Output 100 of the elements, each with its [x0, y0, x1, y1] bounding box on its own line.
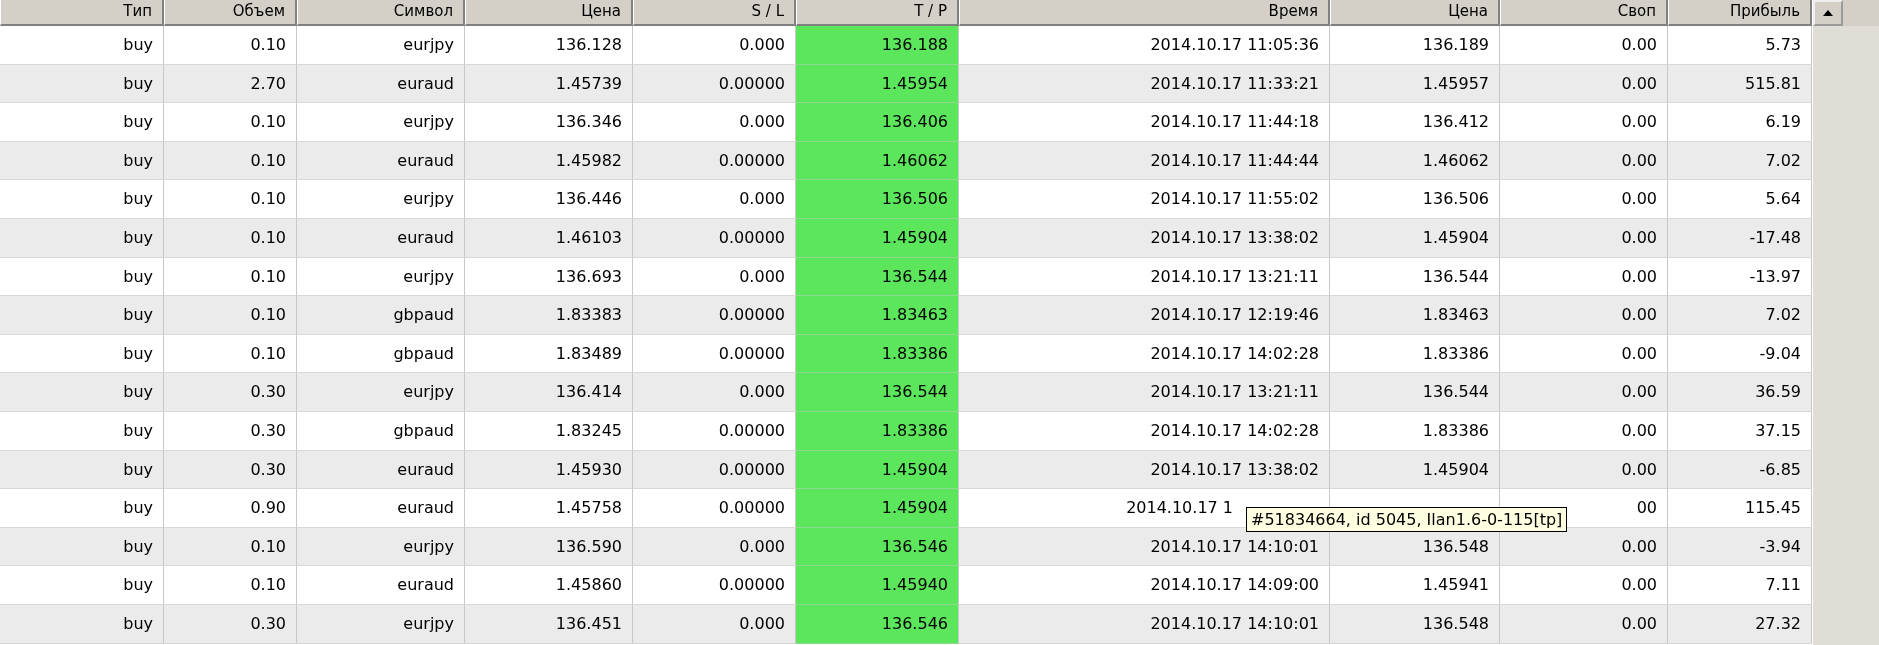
table-cell: 136.548 [1330, 604, 1500, 644]
table-cell: eurjpy [297, 373, 465, 412]
column-header[interactable]: S / L [633, 0, 796, 26]
table-cell: 2014.10.17 11:44:44 [959, 141, 1330, 181]
table-cell: 0.00000 [633, 566, 796, 605]
table-cell: -6.85 [1668, 450, 1812, 490]
highlighted-table-cell: 136.406 [796, 103, 959, 142]
table-cell: 2014.10.17 13:21:11 [959, 257, 1330, 297]
table-cell: eurjpy [297, 257, 465, 297]
table-cell: 1.45758 [465, 489, 633, 528]
table-cell: 2014.10.17 13:38:02 [959, 450, 1330, 490]
table-cell: euraud [297, 566, 465, 605]
column-header[interactable]: T / P [796, 0, 959, 26]
table-cell: 0.00 [1500, 26, 1668, 65]
column-header[interactable]: Тип [0, 0, 164, 26]
highlighted-table-cell: 136.188 [796, 26, 959, 65]
table-cell: 1.45930 [465, 450, 633, 490]
table-cell: 0.00 [1500, 180, 1668, 219]
highlighted-table-cell: 1.45954 [796, 64, 959, 104]
table-cell: 0.000 [633, 527, 796, 567]
table-cell: euraud [297, 489, 465, 528]
table-cell: 2014.10.17 11:33:21 [959, 64, 1330, 104]
table-cell: 0.30 [164, 604, 297, 644]
table-cell: 1.83489 [465, 334, 633, 374]
table-cell: 5.73 [1668, 26, 1812, 65]
table-cell: 0.00000 [633, 218, 796, 258]
scroll-up-button[interactable] [1813, 0, 1843, 26]
table-cell: 0.00 [1500, 411, 1668, 451]
column-header[interactable]: Цена [1330, 0, 1500, 26]
table-cell: 1.83463 [1330, 296, 1500, 335]
table-cell: 1.45860 [465, 566, 633, 605]
table-cell: 7.02 [1668, 296, 1812, 335]
table-cell: buy [0, 604, 164, 644]
table-cell: 0.00000 [633, 64, 796, 104]
table-cell: 0.00000 [633, 489, 796, 528]
table-cell: 0.30 [164, 411, 297, 451]
table-cell: 1.46062 [1330, 141, 1500, 181]
column-header[interactable]: Объем [164, 0, 297, 26]
table-cell: buy [0, 141, 164, 181]
table-cell: 136.590 [465, 527, 633, 567]
highlighted-table-cell: 1.83463 [796, 296, 959, 335]
table-cell: eurjpy [297, 26, 465, 65]
table-cell: 1.45941 [1330, 566, 1500, 605]
table-cell: 136.544 [1330, 257, 1500, 297]
column-header[interactable]: Своп [1500, 0, 1668, 26]
table-cell: 0.000 [633, 103, 796, 142]
table-cell: 0.00 [1500, 450, 1668, 490]
table-cell: eurjpy [297, 103, 465, 142]
table-cell: 2014.10.17 11:55:02 [959, 180, 1330, 219]
table-cell: 2014.10.17 14:10:01 [959, 604, 1330, 644]
table-cell: 6.19 [1668, 103, 1812, 142]
scrollbar[interactable] [1812, 0, 1879, 645]
highlighted-table-cell: 136.546 [796, 527, 959, 567]
column-header[interactable]: Время [959, 0, 1330, 26]
table-cell: 1.45739 [465, 64, 633, 104]
table-cell: eurjpy [297, 527, 465, 567]
table-cell: 1.45904 [1330, 450, 1500, 490]
table-cell: 0.00000 [633, 141, 796, 181]
table-cell: 37.15 [1668, 411, 1812, 451]
table-cell: 1.45904 [1330, 218, 1500, 258]
table-cell: 0.00 [1500, 296, 1668, 335]
table-cell: 115.45 [1668, 489, 1812, 528]
tooltip: #51834664, id 5045, Ilan1.6-0-115[tp] [1246, 507, 1568, 533]
highlighted-table-cell: 1.83386 [796, 334, 959, 374]
table-cell: 136.414 [465, 373, 633, 412]
table-cell: 1.83386 [1330, 334, 1500, 374]
table-cell: -13.97 [1668, 257, 1812, 297]
table-cell: 0.00 [1500, 141, 1668, 181]
column-header[interactable]: Прибыль [1668, 0, 1812, 26]
table-cell: buy [0, 566, 164, 605]
table-cell: buy [0, 450, 164, 490]
table-cell: 0.00 [1500, 257, 1668, 297]
up-arrow-icon [1822, 9, 1834, 17]
table-cell: 136.693 [465, 257, 633, 297]
table-cell: -9.04 [1668, 334, 1812, 374]
table-cell: buy [0, 257, 164, 297]
table-cell: 0.10 [164, 527, 297, 567]
table-cell: 0.30 [164, 450, 297, 490]
column-header[interactable]: Символ [297, 0, 465, 26]
table-cell: 0.00 [1500, 103, 1668, 142]
table-cell: buy [0, 180, 164, 219]
table-cell: 2014.10.17 11:44:18 [959, 103, 1330, 142]
table-cell: buy [0, 296, 164, 335]
table-cell: 0.00 [1500, 218, 1668, 258]
table-cell: 1.83386 [1330, 411, 1500, 451]
table-cell: gbpaud [297, 334, 465, 374]
table-cell: 2014.10.17 11:05:36 [959, 26, 1330, 65]
table-cell: 136.446 [465, 180, 633, 219]
highlighted-table-cell: 1.46062 [796, 141, 959, 181]
table-cell: 0.00000 [633, 334, 796, 374]
highlighted-table-cell: 1.45904 [796, 450, 959, 490]
column-header[interactable]: Цена [465, 0, 633, 26]
table-cell: 2014.10.17 14:09:00 [959, 566, 1330, 605]
table-cell: 0.10 [164, 257, 297, 297]
table-cell: 1.83245 [465, 411, 633, 451]
highlighted-table-cell: 1.45940 [796, 566, 959, 605]
table-cell: 0.10 [164, 141, 297, 181]
table-cell: 0.00000 [633, 450, 796, 490]
table-cell: 0.10 [164, 218, 297, 258]
highlighted-table-cell: 136.506 [796, 180, 959, 219]
